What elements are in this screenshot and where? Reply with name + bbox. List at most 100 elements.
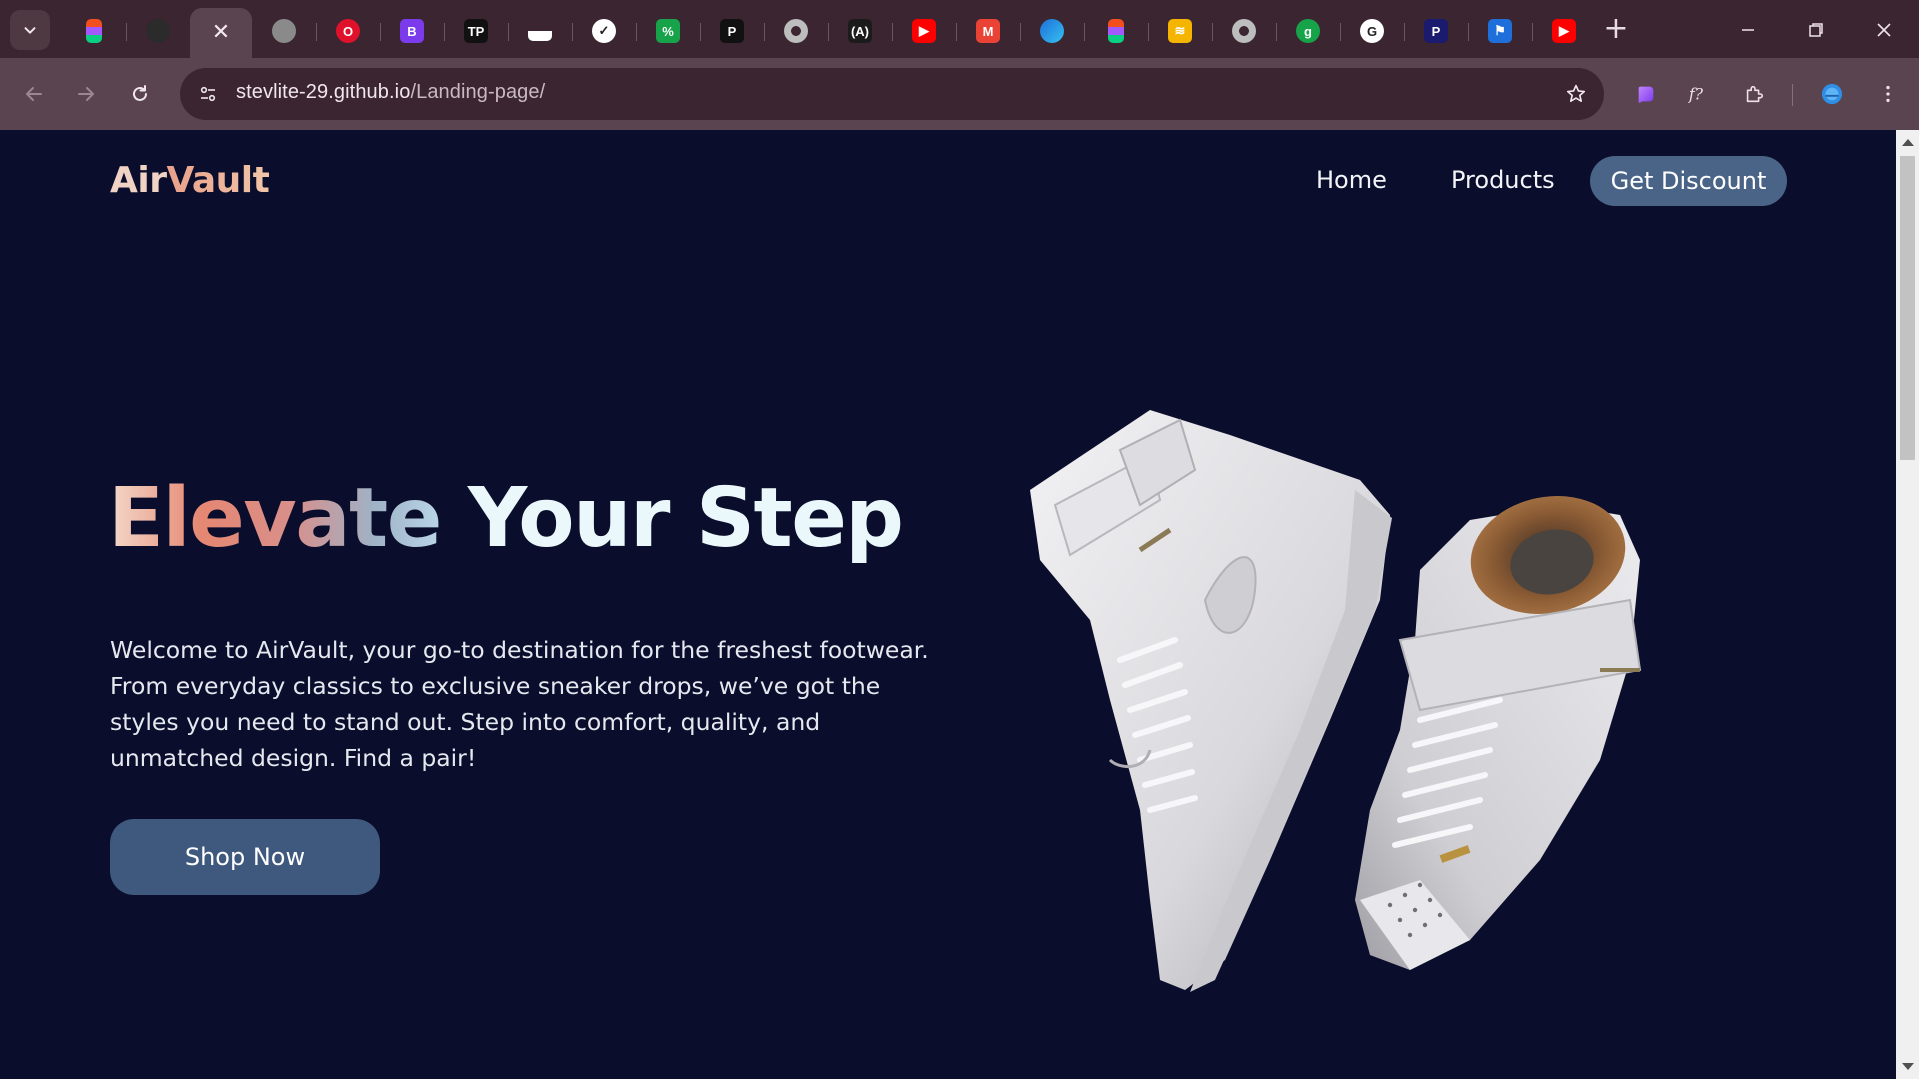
url-path: /Landing-page/ (410, 81, 546, 103)
right-sneaker (1355, 495, 1642, 970)
tab[interactable] (1084, 8, 1148, 54)
flag-icon: ⚑ (1488, 19, 1512, 43)
site-logo[interactable]: AirVault (110, 160, 270, 201)
arrow-right-icon (78, 87, 94, 101)
tab[interactable] (508, 8, 572, 54)
arrow-left-icon (26, 87, 42, 101)
chevron-down-icon (24, 27, 36, 34)
opera-icon: O (336, 19, 360, 43)
forward-button[interactable] (66, 74, 106, 114)
font-finder-button[interactable]: f? (1680, 76, 1716, 112)
scrollbar-thumb[interactable] (1900, 156, 1915, 460)
sneakers-image (1030, 410, 1642, 992)
tab[interactable] (252, 8, 316, 54)
unsplash-icon (528, 21, 552, 41)
close-icon (1877, 23, 1891, 37)
reload-icon (133, 85, 147, 101)
tab[interactable] (62, 8, 126, 54)
minimize-button[interactable] (1720, 10, 1776, 50)
tab-strip: ✕ O B TP ✓% P (A) ▶ M ≋ g G P ⚑ ▶ + (0, 0, 1919, 58)
tab[interactable]: B (380, 8, 444, 54)
address-bar[interactable]: stevlite-29.github.io/Landing-page/ (180, 68, 1604, 120)
colorful-icon: % (656, 19, 680, 43)
bootstrap-icon: B (400, 19, 424, 43)
google-icon: G (1360, 19, 1384, 43)
tab[interactable]: ▶ (1532, 8, 1596, 54)
left-sneaker (1030, 410, 1392, 992)
tab[interactable]: TP (444, 8, 508, 54)
puzzle-icon (1746, 85, 1764, 103)
globe-icon (272, 19, 296, 43)
shop-now-button[interactable]: Shop Now (110, 819, 380, 895)
tab[interactable]: (A) (828, 8, 892, 54)
back-button[interactable] (14, 74, 54, 114)
paypal-icon: P (1424, 19, 1448, 43)
tab[interactable]: % (636, 8, 700, 54)
tab[interactable] (764, 8, 828, 54)
tp-icon: TP (464, 19, 488, 43)
site-info-button[interactable] (194, 80, 222, 108)
new-tab-button[interactable]: + (1598, 12, 1634, 48)
figma-icon (86, 19, 102, 43)
tab-active[interactable]: ✕ (190, 8, 252, 58)
bookmark-button[interactable] (1562, 80, 1590, 108)
gmail-icon: M (976, 19, 1000, 43)
edge-icon (1040, 19, 1064, 43)
nav-products-link[interactable]: Products (1451, 166, 1555, 194)
tab[interactable] (126, 8, 190, 54)
tune-icon (200, 86, 216, 102)
tab[interactable]: M (956, 8, 1020, 54)
restore-icon (1809, 23, 1823, 37)
page-viewport: AirVault Home Products Get Discount Elev… (0, 130, 1896, 1079)
scroll-up-arrow[interactable] (1902, 139, 1914, 146)
extension-purple-button[interactable] (1628, 76, 1664, 112)
hero-title: Elevate Your Step (108, 470, 904, 568)
profile-avatar[interactable] (1814, 76, 1850, 112)
nike-icon: ✓ (592, 19, 616, 43)
youtube-icon: ▶ (1552, 19, 1576, 43)
tab-search-button[interactable] (10, 10, 50, 50)
layers-icon: ≋ (1168, 19, 1192, 43)
minimize-icon (1742, 29, 1754, 31)
hero-title-rest: Your Step (440, 471, 904, 566)
tab[interactable] (1020, 8, 1084, 54)
restore-button[interactable] (1788, 10, 1844, 50)
svg-text:f?: f? (1688, 86, 1704, 104)
tab[interactable]: P (1404, 8, 1468, 54)
hero-title-gradient: Elevate (108, 471, 442, 566)
tab[interactable]: ✓ (572, 8, 636, 54)
figma-icon (1108, 19, 1124, 43)
nav-home-link[interactable]: Home (1316, 166, 1387, 194)
url-text[interactable]: stevlite-29.github.io/Landing-page/ (236, 81, 545, 104)
extension-purple-icon (1638, 86, 1654, 104)
tab[interactable] (1212, 8, 1276, 54)
p-icon: P (720, 19, 744, 43)
reload-button[interactable] (120, 74, 160, 114)
tab[interactable]: g (1276, 8, 1340, 54)
browser-menu-button[interactable] (1870, 76, 1906, 112)
close-tab-icon[interactable]: ✕ (212, 22, 230, 44)
close-window-button[interactable] (1856, 10, 1912, 50)
get-discount-button[interactable]: Get Discount (1590, 156, 1787, 206)
tab[interactable]: P (700, 8, 764, 54)
hero-description: Welcome to AirVault, your go-to destinat… (110, 636, 929, 772)
code-icon: (A) (848, 19, 872, 43)
avatar-icon (1821, 83, 1843, 105)
tab[interactable]: G (1340, 8, 1404, 54)
toolbar-divider (1792, 84, 1793, 106)
tab[interactable]: O (316, 8, 380, 54)
scroll-down-arrow[interactable] (1902, 1063, 1914, 1070)
tab[interactable]: ⚑ (1468, 8, 1532, 54)
logo-air: Air (110, 160, 167, 201)
star-icon (1566, 84, 1586, 102)
tab[interactable]: ≋ (1148, 8, 1212, 54)
tab[interactable]: ▶ (892, 8, 956, 54)
youtube-icon: ▶ (912, 19, 936, 43)
chromium-icon (1232, 19, 1256, 43)
page-scrollbar[interactable] (1896, 130, 1919, 1079)
extensions-button[interactable] (1736, 76, 1772, 112)
font-icon: f? (1688, 86, 1704, 104)
chromium-icon (784, 19, 808, 43)
kebab-menu-icon (1886, 85, 1890, 103)
logo-vault: Vault (166, 160, 270, 201)
